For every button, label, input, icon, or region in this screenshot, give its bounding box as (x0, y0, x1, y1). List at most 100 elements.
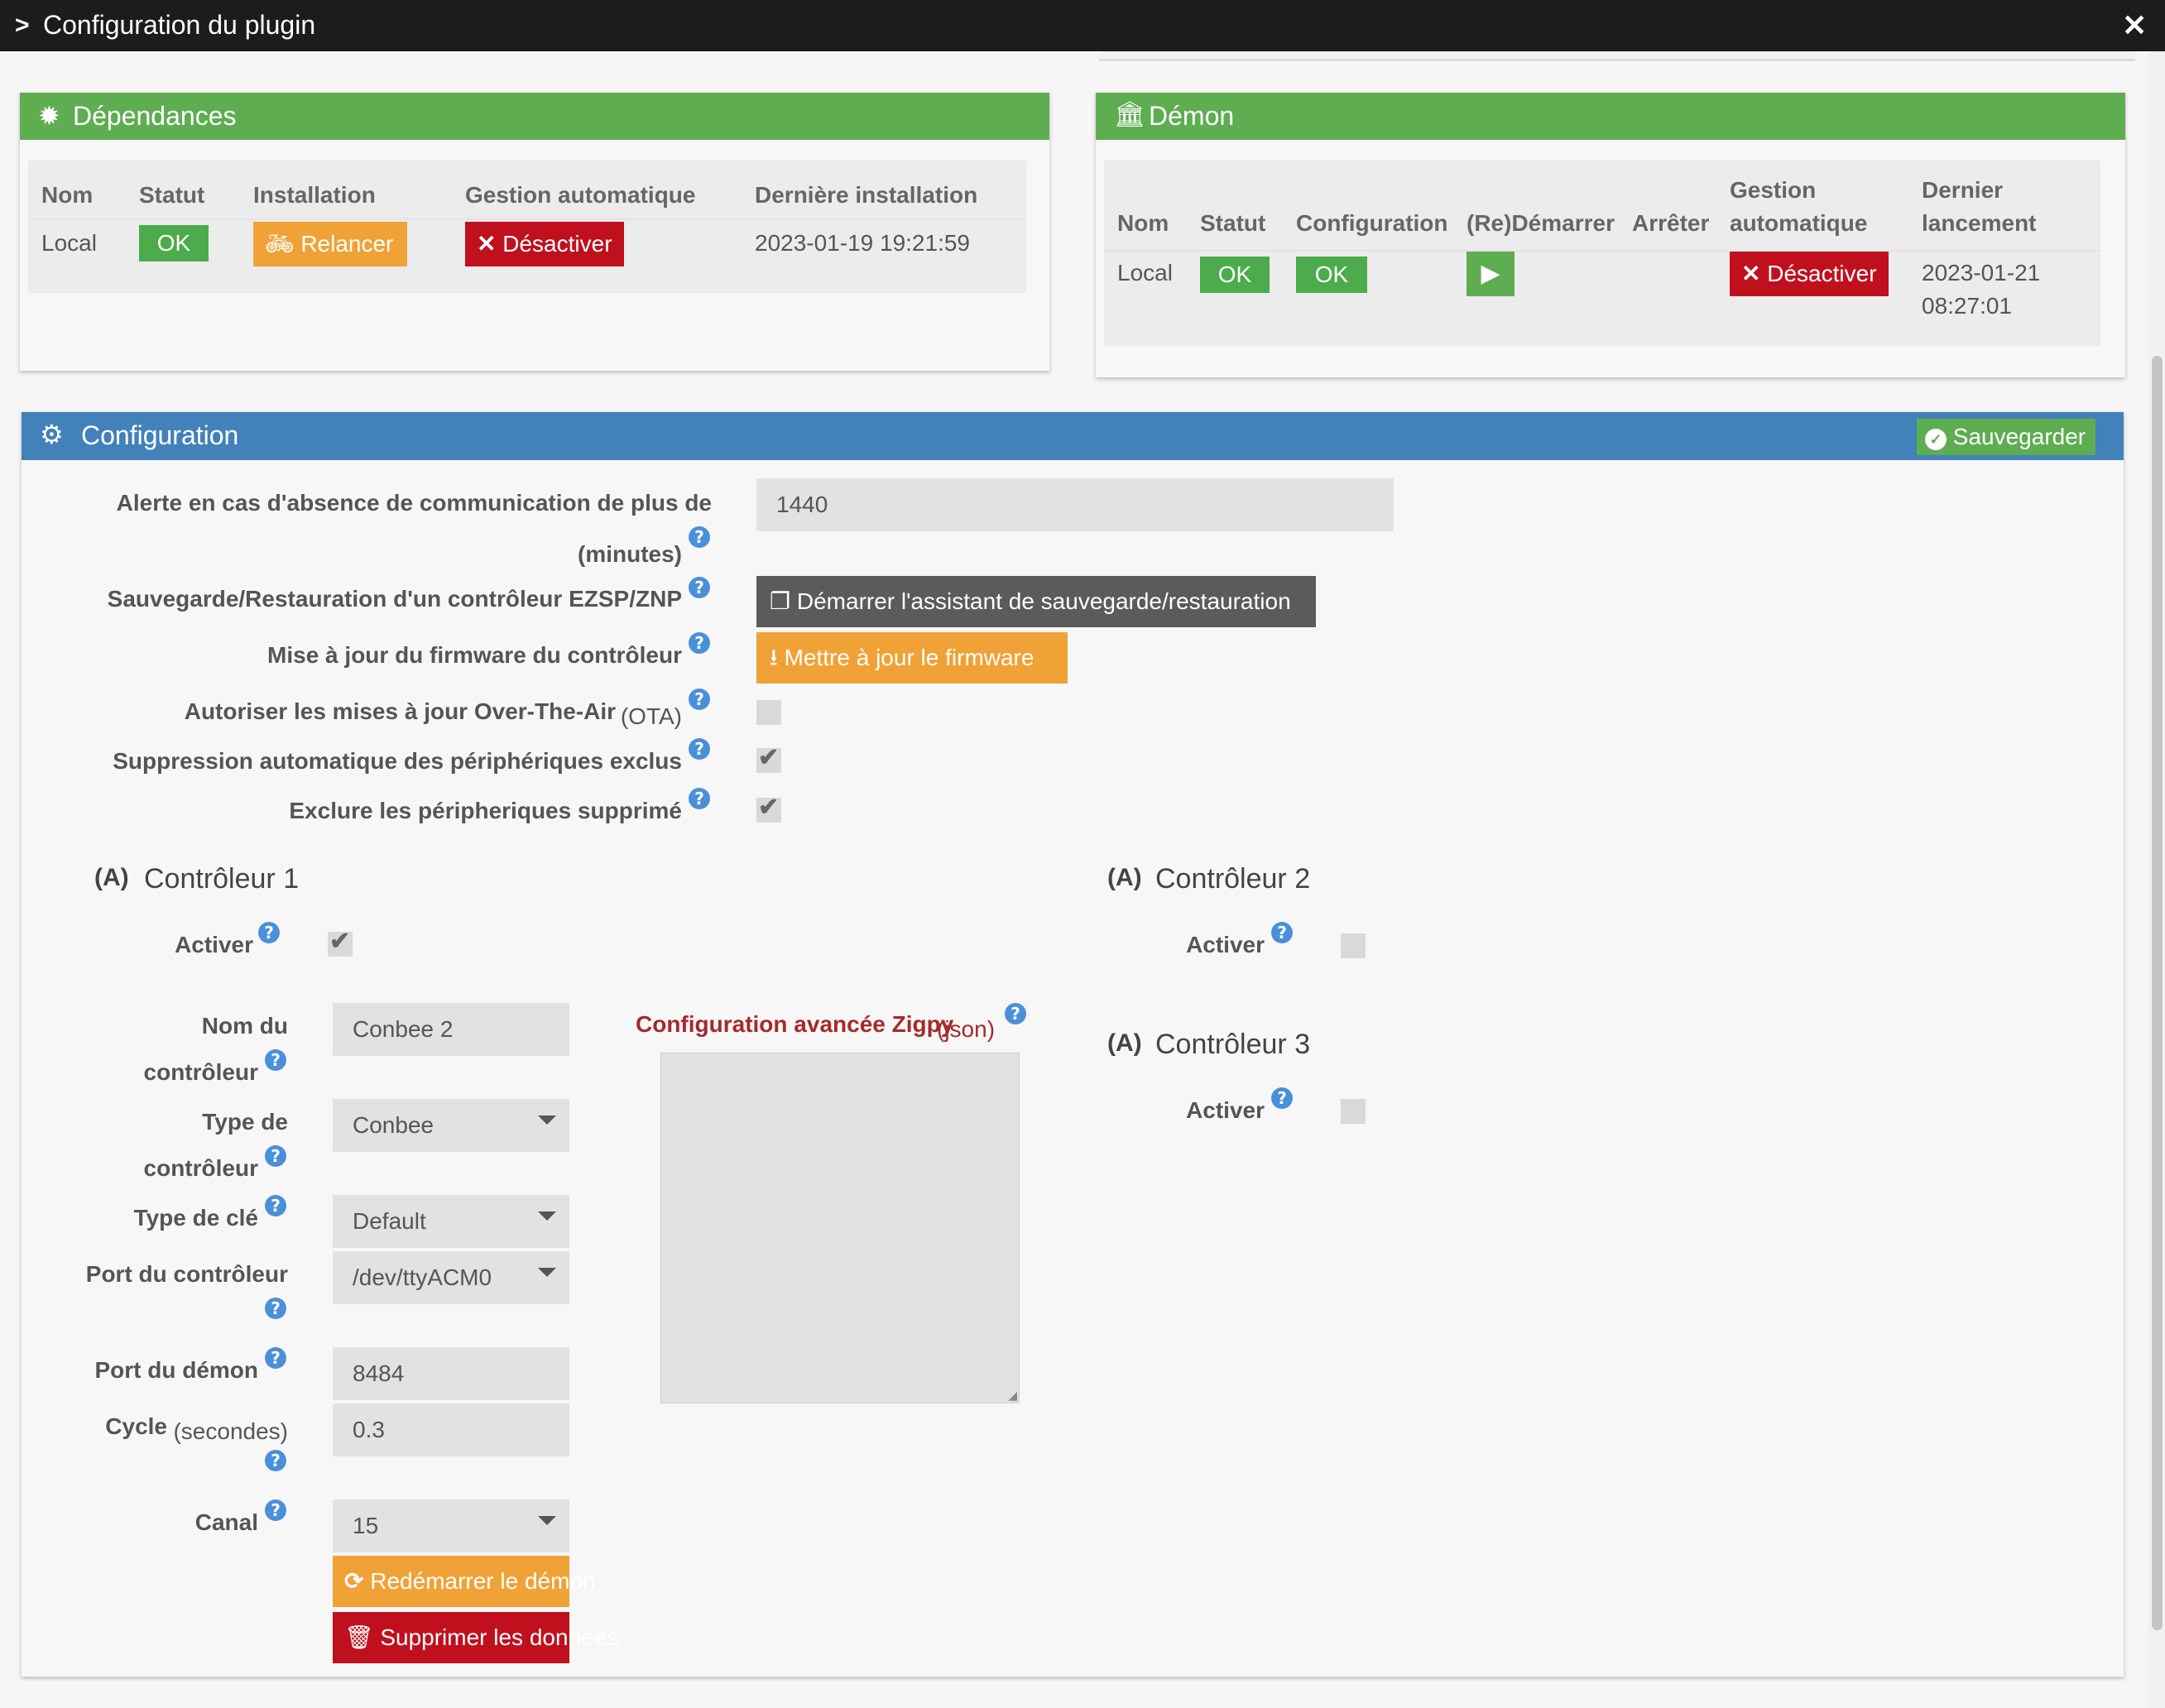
help-icon[interactable]: ? (265, 1298, 286, 1319)
firmware-update-label: Mettre à jour le firmware (784, 645, 1034, 670)
c3-activer-checkbox[interactable] (1341, 1099, 1366, 1124)
backup-assistant-label: Démarrer l'assistant de sauvegarde/resta… (796, 588, 1291, 614)
c1-cle-select[interactable]: Default (333, 1195, 569, 1248)
demon-config-badge: OK (1296, 257, 1367, 293)
save-button[interactable]: ✓ Sauvegarder (1917, 419, 2095, 455)
exclude-label: Exclure les péripheriques supprimé (289, 798, 682, 823)
help-icon[interactable]: ? (689, 577, 710, 598)
help-icon[interactable]: ? (265, 1499, 286, 1521)
demon-col-redemarrer: (Re)Démarrer (1467, 210, 1615, 236)
c1-port-label: Port du contrôleur (85, 1261, 288, 1287)
help-icon[interactable]: ? (265, 1347, 286, 1369)
help-icon[interactable]: ? (265, 1145, 286, 1167)
scrollbar-thumb[interactable] (2152, 356, 2163, 1630)
save-label: Sauvegarder (1952, 424, 2086, 449)
previous-panel-edge (1099, 51, 2135, 61)
download-icon: ⭳ (770, 645, 778, 670)
chevron-down-icon (538, 1115, 556, 1125)
configuration-title: Configuration (81, 420, 239, 450)
demon-desactiver-button[interactable]: ✕ Désactiver (1730, 252, 1889, 296)
help-icon[interactable]: ? (265, 1195, 286, 1216)
c1-port-demon-input[interactable]: 8484 (333, 1347, 569, 1400)
antenna-icon: (A) (1107, 1029, 1142, 1057)
demon-col-gestion-2: automatique (1730, 210, 1868, 236)
dependances-table: Nom Statut Installation Gestion automati… (28, 161, 1026, 293)
help-icon[interactable]: ? (689, 688, 710, 710)
backup-label: Sauvegarde/Restauration d'un contrôleur … (107, 586, 682, 612)
demon-table: Nom Statut Configuration (Re)Démarrer Ar… (1104, 161, 2100, 346)
col-header-gestion: Gestion automatique (465, 182, 696, 208)
help-icon[interactable]: ? (689, 526, 710, 548)
demon-col-gestion-1: Gestion (1730, 177, 1817, 203)
dependances-title: Dépendances (73, 101, 237, 131)
c1-type-value: Conbee (353, 1112, 434, 1138)
x-icon: ✕ (1741, 261, 1761, 286)
demon-nom: Local (1117, 260, 1173, 285)
c1-cle-label: Type de clé (133, 1205, 258, 1231)
help-icon[interactable]: ? (265, 1049, 286, 1071)
restart-daemon-label: Redémarrer le démon (370, 1568, 596, 1594)
help-icon[interactable]: ? (1271, 922, 1293, 943)
demon-col-dernier-2: lancement (1922, 210, 2037, 236)
check-circle-icon: ✓ (1925, 429, 1947, 450)
chevron-down-icon (538, 1516, 556, 1525)
alert-unit: (minutes) (578, 541, 682, 567)
c1-nom-label-2: contrôleur (143, 1059, 258, 1085)
c2-activer-label: Activer (1186, 932, 1265, 957)
alert-minutes-input[interactable]: 1440 (756, 478, 1394, 531)
help-icon[interactable]: ? (1271, 1087, 1293, 1109)
controleur2-title: Contrôleur 2 (1155, 863, 1311, 895)
demon-desactiver-label: Désactiver (1767, 261, 1877, 286)
col-header-derniere: Dernière installation (755, 182, 978, 208)
zigpy-json-textarea[interactable]: ◢ (660, 1053, 1020, 1403)
x-icon: ✕ (477, 231, 497, 257)
relancer-button[interactable]: 🚲︎ Relancer (253, 222, 407, 266)
dep-desactiver-button[interactable]: ✕ Désactiver (465, 222, 624, 266)
chevron-down-icon (538, 1211, 556, 1221)
check-icon: ✔ (758, 744, 780, 771)
c2-activer-checkbox[interactable] (1341, 933, 1366, 958)
help-icon[interactable]: ? (689, 632, 710, 654)
c3-activer-label: Activer (1186, 1097, 1265, 1123)
antenna-icon: (A) (1107, 864, 1142, 891)
window-title: Configuration du plugin (43, 10, 316, 40)
zigpy-label: Configuration avancée Zigpy (636, 1011, 954, 1037)
alert-label: Alerte en cas d'absence de communication… (116, 490, 712, 516)
resize-handle-icon[interactable]: ◢ (1008, 1389, 1017, 1403)
antenna-icon: (A) (94, 864, 129, 891)
c1-cycle-input[interactable]: 0.3 (333, 1403, 569, 1456)
close-icon[interactable]: ✕ (2122, 8, 2147, 43)
help-icon[interactable]: ? (1005, 1003, 1026, 1024)
c1-nom-input[interactable]: Conbee 2 (333, 1003, 569, 1056)
c1-activer-checkbox[interactable]: ✔ (328, 928, 353, 957)
help-icon[interactable]: ? (258, 922, 280, 943)
row-divider (28, 218, 1026, 220)
help-icon[interactable]: ? (265, 1450, 286, 1471)
col-header-installation: Installation (253, 182, 376, 208)
c1-cle-value: Default (353, 1208, 426, 1234)
bicycle-icon: 🚲︎ (265, 231, 295, 257)
c1-canal-select[interactable]: 15 (333, 1499, 569, 1552)
firmware-update-button[interactable]: ⭳ Mettre à jour le firmware (756, 632, 1068, 684)
row-divider (1104, 250, 2100, 252)
play-icon: ▶ (1481, 260, 1500, 287)
chevron-down-icon (538, 1268, 556, 1277)
ota-checkbox[interactable] (756, 700, 781, 725)
restart-daemon-button[interactable]: ⟳ Redémarrer le démon (333, 1556, 596, 1607)
zigpy-suffix: (json) (937, 1016, 996, 1042)
controleur3-title: Contrôleur 3 (1155, 1029, 1311, 1060)
c1-port-select[interactable]: /dev/ttyACM0 (333, 1251, 569, 1304)
c1-activer-label: Activer (175, 932, 253, 957)
backup-assistant-button[interactable]: ❐ Démarrer l'assistant de sauvegarde/res… (756, 576, 1316, 627)
window-titlebar: > Configuration du plugin ✕ (0, 0, 2165, 51)
check-icon: ✔ (329, 928, 351, 955)
help-icon[interactable]: ? (689, 738, 710, 760)
demon-last-time: 08:27:01 (1922, 293, 2012, 319)
play-button[interactable]: ▶ (1467, 252, 1515, 296)
ota-suffix: (OTA) (620, 703, 682, 729)
delete-data-button[interactable]: 🗑︎ Supprimer les données (333, 1612, 618, 1663)
help-icon[interactable]: ? (689, 788, 710, 809)
auto-delete-checkbox[interactable]: ✔ (756, 744, 781, 773)
c1-type-select[interactable]: Conbee (333, 1099, 569, 1152)
exclude-checkbox[interactable]: ✔ (756, 794, 781, 823)
